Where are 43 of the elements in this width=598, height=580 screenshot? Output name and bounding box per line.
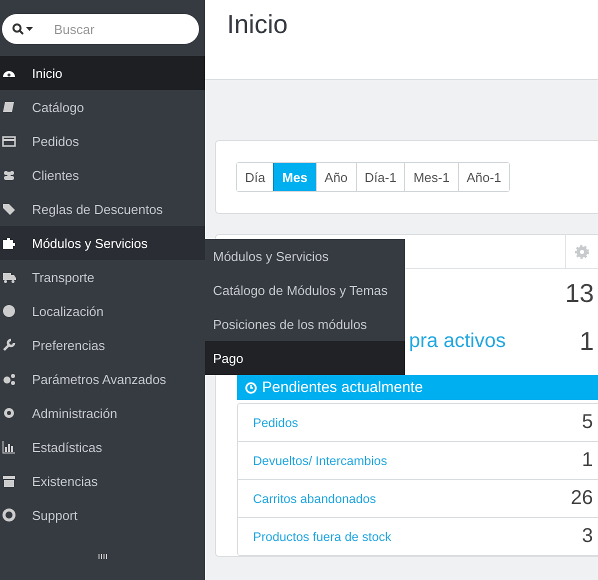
pending-count: 26 — [570, 487, 593, 510]
nav-item[interactable]: Inicio — [0, 56, 205, 90]
nav-item[interactable]: Transporte — [0, 260, 205, 294]
submenu-item[interactable]: Pago — [205, 341, 405, 375]
nav-item[interactable]: Parámetros Avanzados — [0, 362, 205, 396]
activity-value: 13 — [565, 278, 594, 308]
nav-item[interactable]: Administración — [0, 396, 205, 430]
nav-item[interactable]: Localización — [0, 294, 205, 328]
nav-item[interactable]: Estadísticas — [0, 430, 205, 464]
activity-value: 1 — [580, 326, 594, 356]
lifebuoy-icon — [2, 508, 16, 522]
panel-title: Pendientes actualmente — [262, 379, 423, 396]
credit-card-icon — [2, 134, 16, 148]
tag-icon — [2, 202, 16, 216]
nav-item[interactable]: Existencias — [0, 464, 205, 498]
nav-item[interactable]: Clientes — [0, 158, 205, 192]
page-title: Inicio — [227, 8, 288, 40]
bar-chart-icon — [2, 440, 16, 454]
pending-count: 3 — [582, 525, 593, 548]
search-icon — [12, 23, 34, 35]
submenu-item[interactable]: Posiciones de los módulos — [205, 307, 405, 341]
search-field[interactable]: Buscar — [2, 14, 199, 44]
clock-icon — [245, 382, 257, 394]
book-icon — [2, 100, 16, 114]
nav-item[interactable]: Módulos y Servicios — [0, 226, 205, 260]
pending-count: 1 — [582, 449, 593, 472]
nav-item[interactable]: Support — [0, 498, 205, 532]
grip-icon[interactable] — [98, 554, 108, 559]
users-icon — [2, 168, 16, 182]
gears-icon — [2, 372, 16, 386]
wrench-icon — [2, 338, 16, 352]
submenu-item[interactable]: Módulos y Servicios — [205, 239, 405, 273]
period-button[interactable]: Año-1 — [458, 163, 510, 191]
nav-item[interactable]: Preferencias — [0, 328, 205, 362]
period-button[interactable]: Día-1 — [356, 163, 404, 191]
truck-icon — [2, 270, 16, 284]
archive-icon — [2, 474, 16, 488]
puzzle-icon — [2, 236, 16, 250]
submenu-item[interactable]: Catálogo de Módulos y Temas — [205, 273, 405, 307]
nav-item[interactable]: Pedidos — [0, 124, 205, 158]
nav-item[interactable]: Reglas de Descuentos — [0, 192, 205, 226]
pending-count: 5 — [582, 411, 593, 434]
nav-item[interactable]: Catálogo — [0, 90, 205, 124]
